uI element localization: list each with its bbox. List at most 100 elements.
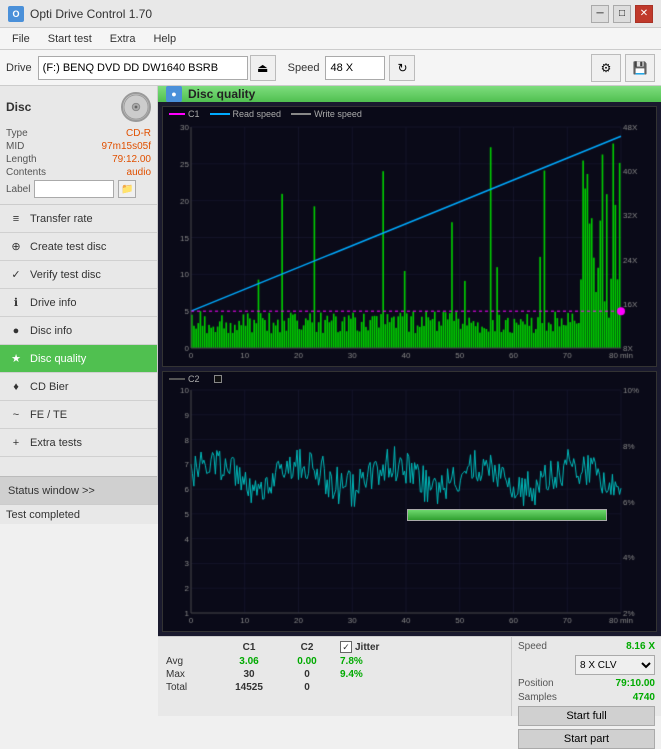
titlebar: O Opti Drive Control 1.70 ─ □ ✕ — [0, 0, 661, 28]
menu-help[interactable]: Help — [145, 31, 184, 47]
c2-chart-panel: C2 — [162, 371, 657, 632]
max-jitter-val: 9.4% — [340, 669, 363, 680]
disc-label-key: Label — [6, 184, 30, 195]
app-icon: O — [8, 6, 24, 22]
status-window-label: Status window >> — [8, 485, 95, 497]
sidebar-label-disc-info: Disc info — [30, 325, 72, 337]
drive-select-group: (F:) BENQ DVD DD DW1640 BSRB ⏏ — [38, 55, 276, 81]
stats-header-row: C1 C2 ✓ Jitter — [166, 641, 503, 653]
extra-tests-icon: + — [8, 435, 24, 451]
jitter-checkbox[interactable]: ✓ — [340, 641, 352, 653]
sidebar-item-transfer-rate[interactable]: ≡ Transfer rate — [0, 205, 157, 233]
sidebar-item-disc-quality[interactable]: ★ Disc quality — [0, 345, 157, 373]
total-label: Total — [166, 682, 216, 693]
app-title: Opti Drive Control 1.70 — [30, 7, 152, 21]
menu-extra[interactable]: Extra — [102, 31, 144, 47]
position-stat-row: Position 79:10.00 — [518, 678, 655, 689]
sidebar-item-create-test-disc[interactable]: ⊕ Create test disc — [0, 233, 157, 261]
titlebar-left: O Opti Drive Control 1.70 — [8, 6, 152, 22]
stats-table: C1 C2 ✓ Jitter Avg 3.06 0.00 7.8% Max — [158, 637, 511, 716]
sidebar-label-transfer-rate: Transfer rate — [30, 213, 93, 225]
drive-info-icon: ℹ — [8, 295, 24, 311]
c1-legend-label: C1 — [188, 109, 200, 119]
max-label: Max — [166, 669, 216, 680]
progress-bar-container — [407, 509, 607, 521]
sidebar-item-extra-tests[interactable]: + Extra tests — [0, 429, 157, 457]
stats-area: C1 C2 ✓ Jitter Avg 3.06 0.00 7.8% Max — [158, 636, 661, 716]
sidebar-item-disc-info[interactable]: ● Disc info — [0, 317, 157, 345]
sidebar-item-drive-info[interactable]: ℹ Drive info — [0, 289, 157, 317]
speed-stat-val: 8.16 X — [626, 641, 655, 652]
menubar: File Start test Extra Help — [0, 28, 661, 50]
disc-length-val: 79:12.00 — [112, 154, 151, 165]
avg-label: Avg — [166, 656, 216, 667]
disc-mid-key: MID — [6, 141, 24, 152]
sidebar-label-cd-bier: CD Bier — [30, 381, 69, 393]
sidebar-item-fe-te[interactable]: ~ FE / TE — [0, 401, 157, 429]
disc-section: Disc Type CD-R MID 97m15s05f Length — [0, 86, 157, 205]
c1-chart-canvas — [163, 121, 656, 366]
jitter-col-header: Jitter — [355, 642, 379, 653]
disc-length-key: Length — [6, 154, 37, 165]
disc-quality-title: Disc quality — [188, 87, 255, 101]
samples-stat-key: Samples — [518, 692, 557, 703]
disc-type-val: CD-R — [126, 128, 151, 139]
speed-type-select[interactable]: 8 X CLV — [575, 655, 655, 675]
settings-button[interactable]: ⚙ — [591, 54, 621, 82]
avg-jitter-val: 7.8% — [340, 656, 363, 667]
disc-contents-val: audio — [127, 167, 151, 178]
drive-combo[interactable]: (F:) BENQ DVD DD DW1640 BSRB — [38, 56, 248, 80]
menu-file[interactable]: File — [4, 31, 38, 47]
speed-combo[interactable]: 48 X — [325, 56, 385, 80]
maximize-button[interactable]: □ — [613, 5, 631, 23]
disc-label-input[interactable] — [34, 180, 114, 198]
minimize-button[interactable]: ─ — [591, 5, 609, 23]
sidebar-item-verify-test-disc[interactable]: ✓ Verify test disc — [0, 261, 157, 289]
disc-mid-row: MID 97m15s05f — [6, 141, 151, 152]
right-stats-panel: Speed 8.16 X 8 X CLV Position 79:10.00 S… — [511, 637, 661, 716]
sidebar-label-verify-test-disc: Verify test disc — [30, 269, 101, 281]
create-test-disc-icon: ⊕ — [8, 239, 24, 255]
c2-col-header: C2 — [282, 642, 332, 653]
disc-label-browse-button[interactable]: 📁 — [118, 180, 136, 198]
max-row: Max 30 0 9.4% — [166, 669, 503, 680]
position-stat-val: 79:10.00 — [616, 678, 655, 689]
sidebar-label-extra-tests: Extra tests — [30, 437, 82, 449]
sidebar-item-cd-bier[interactable]: ♦ CD Bier — [0, 373, 157, 401]
main-layout: Disc Type CD-R MID 97m15s05f Length — [0, 86, 661, 504]
nav-items: ≡ Transfer rate ⊕ Create test disc ✓ Ver… — [0, 205, 157, 476]
speed-type-row: 8 X CLV — [518, 655, 655, 675]
position-stat-key: Position — [518, 678, 554, 689]
save-button[interactable]: 💾 — [625, 54, 655, 82]
titlebar-controls: ─ □ ✕ — [591, 5, 653, 23]
start-part-button[interactable]: Start part — [518, 729, 655, 749]
close-button[interactable]: ✕ — [635, 5, 653, 23]
sidebar: Disc Type CD-R MID 97m15s05f Length — [0, 86, 158, 504]
disc-section-label: Disc — [6, 100, 31, 114]
status-window-button[interactable]: Status window >> — [0, 476, 157, 504]
charts-area: C1 Read speed Write speed — [158, 102, 661, 636]
fe-te-icon: ~ — [8, 407, 24, 423]
total-c1-val: 14525 — [224, 682, 274, 693]
c1-col-header: C1 — [224, 642, 274, 653]
disc-length-row: Length 79:12.00 — [6, 154, 151, 165]
sidebar-label-fe-te: FE / TE — [30, 409, 67, 421]
start-full-button[interactable]: Start full — [518, 706, 655, 726]
drive-label: Drive — [6, 62, 32, 74]
toolbar: Drive (F:) BENQ DVD DD DW1640 BSRB ⏏ Spe… — [0, 50, 661, 86]
max-c2-val: 0 — [282, 669, 332, 680]
write-speed-legend-label: Write speed — [314, 109, 362, 119]
menu-start-test[interactable]: Start test — [40, 31, 100, 47]
transfer-rate-icon: ≡ — [8, 211, 24, 227]
disc-quality-header: ● Disc quality — [158, 86, 661, 102]
samples-stat-row: Samples 4740 — [518, 692, 655, 703]
total-c2-val: 0 — [282, 682, 332, 693]
avg-c1-val: 3.06 — [224, 656, 274, 667]
disc-header: Disc — [6, 92, 151, 122]
disc-info-icon: ● — [8, 323, 24, 339]
disc-type-key: Type — [6, 128, 28, 139]
refresh-button[interactable]: ↻ — [389, 55, 415, 81]
eject-button[interactable]: ⏏ — [250, 55, 276, 81]
disc-icon — [121, 92, 151, 122]
disc-contents-key: Contents — [6, 167, 46, 178]
